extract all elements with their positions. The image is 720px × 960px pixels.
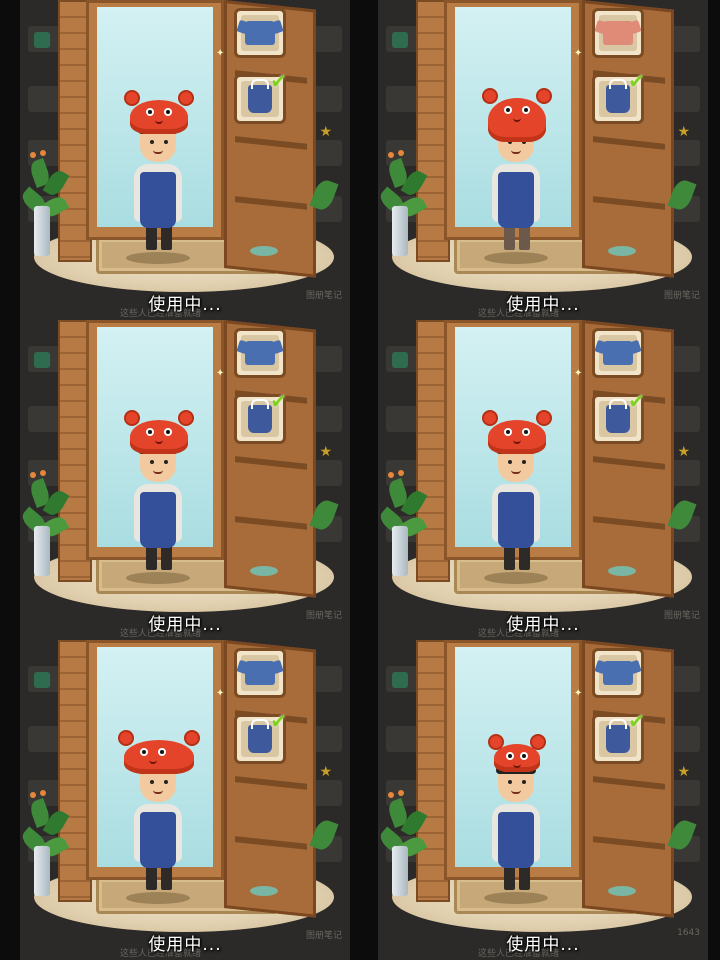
chef-character[interactable] (118, 726, 200, 906)
outfit-slot-shirt[interactable] (592, 8, 644, 58)
status-label: 使用中... (148, 615, 222, 635)
apron (498, 492, 534, 548)
apron-icon (248, 719, 272, 753)
vase (34, 846, 50, 896)
shirt-icon (603, 661, 633, 685)
star-icon: ★ (319, 764, 332, 780)
outfit-slot-apron[interactable]: ✔ (234, 389, 287, 444)
star-icon: ★ (677, 124, 690, 140)
shirt-icon (603, 341, 633, 365)
apron (498, 812, 534, 868)
shirt-icon (245, 21, 275, 45)
check-icon: ✔ (270, 709, 287, 733)
status-label: 使用中... (148, 295, 222, 315)
wardrobe-panel: ★ 1643 这些人已经准备就绪 ✦ ✔ 使用中... (378, 640, 708, 960)
check-icon: ✔ (270, 69, 287, 93)
tag-badge (34, 352, 50, 368)
check-icon: ✔ (270, 389, 287, 413)
outfit-slot-apron[interactable]: ✔ (592, 69, 645, 124)
vase (34, 206, 50, 256)
apron-icon (248, 79, 272, 113)
shirt-icon (245, 341, 275, 365)
apron (498, 172, 534, 228)
status-label: 使用中... (148, 935, 222, 955)
status-label: 使用中... (506, 935, 580, 955)
vase (392, 206, 408, 256)
wardrobe-panel: ★ 图册笔记 这些人已经准备就绪 ✦ ✔ 使用中... (20, 0, 350, 320)
star-icon: ★ (319, 124, 332, 140)
tag-badge (34, 32, 50, 48)
star-icon: ★ (319, 444, 332, 460)
crab-hat-icon (124, 410, 194, 454)
chef-character[interactable] (118, 86, 198, 266)
floor-glow (608, 566, 636, 576)
wardrobe-panel: ★ 图册笔记 这些人已经准备就绪 ✦ ✔ 使用中... (378, 320, 708, 640)
outfit-slot-apron[interactable]: ✔ (592, 389, 645, 444)
apron-icon (606, 79, 630, 113)
status-label: 使用中... (506, 615, 580, 635)
crab-hat-icon (482, 88, 552, 142)
tag-badge (392, 672, 408, 688)
apron-icon (606, 719, 630, 753)
crab-hat-icon (488, 734, 546, 772)
screenshot-grid: ★ 图册笔记 这些人已经准备就绪 ✦ ✔ 使用中... ★ 图册笔记 这些人已经… (0, 0, 720, 960)
tag-badge (392, 32, 408, 48)
chef-character[interactable] (476, 726, 556, 906)
apron (140, 492, 176, 548)
outfit-slot-apron[interactable]: ✔ (592, 709, 645, 764)
check-icon: ✔ (628, 709, 645, 733)
wardrobe-panel: ★ 图册笔记 这些人已经准备就绪 ✦ ✔ 使用中... (20, 320, 350, 640)
wardrobe-panel: ★ 图册笔记 这些人已经准备就绪 ✦ ✔ 使用中... (378, 0, 708, 320)
wardrobe-panel: ★ 图册笔记 这些人已经准备就绪 ✦ ✔ 使用中... (20, 640, 350, 960)
chef-character[interactable] (476, 406, 556, 586)
floor-glow (608, 886, 636, 896)
crab-hat-icon (482, 410, 552, 454)
outfit-slot-shirt[interactable] (592, 648, 644, 698)
status-label: 使用中... (506, 295, 580, 315)
vase (392, 526, 408, 576)
apron-icon (248, 399, 272, 433)
shirt-icon (603, 21, 633, 45)
outfit-slot-apron[interactable]: ✔ (234, 709, 287, 764)
floor-glow (250, 566, 278, 576)
outfit-slot-shirt[interactable] (592, 328, 644, 378)
vase (34, 526, 50, 576)
outfit-slot-shirt[interactable] (234, 328, 286, 378)
tag-badge (392, 352, 408, 368)
outfit-slot-shirt[interactable] (234, 8, 286, 58)
apron (140, 812, 176, 868)
crab-hat-icon (124, 90, 194, 134)
vase (392, 846, 408, 896)
check-icon: ✔ (628, 389, 645, 413)
floor-glow (250, 886, 278, 896)
floor-glow (250, 246, 278, 256)
apron-icon (606, 399, 630, 433)
shirt-icon (245, 661, 275, 685)
crab-hat-icon (118, 730, 200, 774)
check-icon: ✔ (628, 69, 645, 93)
outfit-slot-shirt[interactable] (234, 648, 286, 698)
chef-character[interactable] (476, 86, 556, 266)
star-icon: ★ (677, 444, 690, 460)
outfit-slot-apron[interactable]: ✔ (234, 69, 287, 124)
star-icon: ★ (677, 764, 690, 780)
floor-glow (608, 246, 636, 256)
chef-character[interactable] (118, 406, 198, 586)
apron (140, 172, 176, 228)
tag-badge (34, 672, 50, 688)
